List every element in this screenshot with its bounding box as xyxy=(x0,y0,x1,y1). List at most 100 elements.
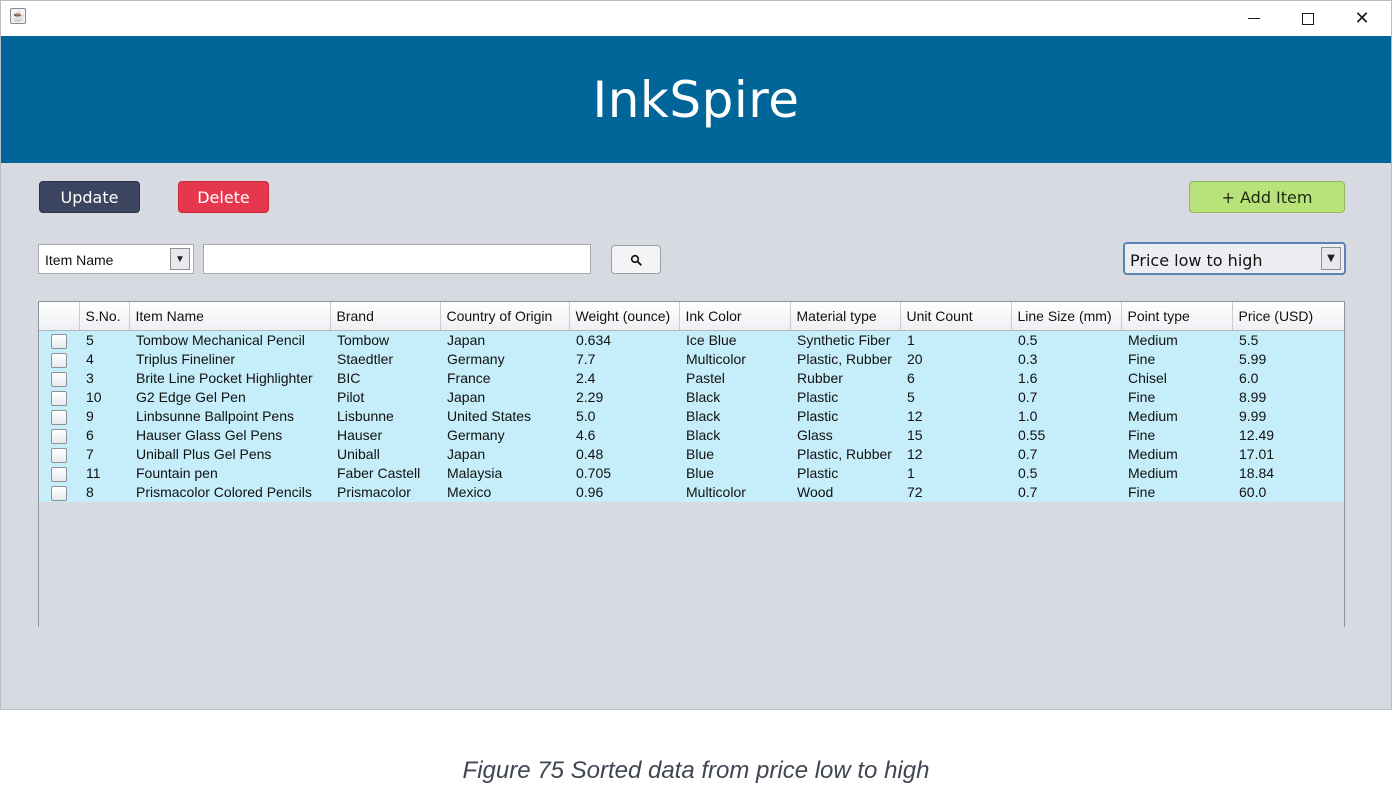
update-button[interactable]: Update xyxy=(39,181,140,213)
row-checkbox[interactable] xyxy=(51,428,67,444)
items-table: S.No. Item Name Brand Country of Origin Weig… xyxy=(38,301,1345,627)
table-cell: 5.99 xyxy=(1239,351,1267,367)
table-header: S.No. Item Name Brand Country of Origin Weig… xyxy=(39,302,1344,331)
table-row[interactable]: 4 Triplus Fineliner Staedtler Germany 7.7 Mul… xyxy=(39,350,1344,369)
search-icon xyxy=(630,254,642,266)
table-cell: Japan xyxy=(447,389,486,405)
dropdown-arrow-icon[interactable]: ▼ xyxy=(170,248,190,270)
table-row[interactable]: 11 Fountain pen Faber Castell Malaysia 0.705… xyxy=(39,464,1344,483)
table-cell: 8 xyxy=(86,484,94,500)
table-cell: 1 xyxy=(907,332,915,348)
search-button[interactable] xyxy=(611,245,661,274)
table-cell: Linbsunne Ballpoint Pens xyxy=(136,408,295,424)
table-cell: 10 xyxy=(86,389,102,405)
column-header[interactable]: Brand xyxy=(330,302,441,331)
row-checkbox[interactable] xyxy=(51,352,67,368)
table-cell: Medium xyxy=(1128,332,1178,348)
column-header[interactable]: Weight (ounce) xyxy=(569,302,680,331)
row-checkbox[interactable] xyxy=(51,409,67,425)
table-cell: 9 xyxy=(86,408,94,424)
table-cell: 9.99 xyxy=(1239,408,1267,424)
table-cell: 5 xyxy=(907,389,915,405)
row-checkbox[interactable] xyxy=(51,333,67,349)
table-cell: 60.0 xyxy=(1239,484,1267,500)
table-cell: 18.84 xyxy=(1239,465,1275,481)
table-cell: Pastel xyxy=(686,370,725,386)
search-input[interactable] xyxy=(203,244,591,274)
table-cell: 6 xyxy=(907,370,915,386)
filter-field-value: Item Name xyxy=(45,252,114,268)
column-header[interactable]: Price (USD) xyxy=(1232,302,1344,331)
table-cell: 0.705 xyxy=(576,465,612,481)
table-cell: Multicolor xyxy=(686,351,746,367)
table-cell: 4 xyxy=(86,351,94,367)
table-row[interactable]: 9 Linbsunne Ballpoint Pens Lisbunne United … xyxy=(39,407,1344,426)
table-cell: 11 xyxy=(86,465,101,481)
table-cell: BIC xyxy=(337,370,361,386)
table-row[interactable]: 6 Hauser Glass Gel Pens Hauser Germany 4.6 Bl… xyxy=(39,426,1344,445)
column-header[interactable]: Item Name xyxy=(129,302,331,331)
table-cell: Germany xyxy=(447,427,505,443)
row-checkbox[interactable] xyxy=(51,371,67,387)
table-cell: Faber Castell xyxy=(337,465,421,481)
table-cell: 0.3 xyxy=(1018,351,1038,367)
column-header[interactable]: Point type xyxy=(1121,302,1233,331)
row-checkbox[interactable] xyxy=(51,447,67,463)
table-cell: Fine xyxy=(1128,351,1156,367)
table-cell: Japan xyxy=(447,332,486,348)
table-cell: Black xyxy=(686,389,721,405)
table-cell: 8.99 xyxy=(1239,389,1267,405)
row-select-cell xyxy=(39,426,79,445)
table-cell: United States xyxy=(447,408,532,424)
table-cell: Fine xyxy=(1128,484,1156,500)
minimize-button[interactable] xyxy=(1231,1,1277,36)
table-cell: 1.0 xyxy=(1018,408,1038,424)
table-cell: 5.0 xyxy=(576,408,596,424)
table-cell: 0.5 xyxy=(1018,332,1038,348)
add-item-button[interactable]: + Add Item xyxy=(1189,181,1345,213)
table-row[interactable]: 5 Tombow Mechanical Pencil Tombow Japan 0.63… xyxy=(39,330,1344,350)
app-window: ☕ ✕ InkSpire Update Delete + Add Item It… xyxy=(0,0,1392,710)
table-cell: 0.55 xyxy=(1018,427,1046,443)
row-checkbox[interactable] xyxy=(51,485,67,501)
table-row[interactable]: 10 G2 Edge Gel Pen Pilot Japan 2.29 Black Plas… xyxy=(39,388,1344,407)
table-cell: Plastic xyxy=(797,389,839,405)
table-cell: Synthetic Fiber xyxy=(797,332,891,348)
maximize-button[interactable] xyxy=(1285,1,1331,36)
table-cell: Ice Blue xyxy=(686,332,737,348)
table-cell: Black xyxy=(686,427,721,443)
table-cell: 2.4 xyxy=(576,370,596,386)
row-select-cell xyxy=(39,445,79,464)
delete-button[interactable]: Delete xyxy=(178,181,269,213)
table-cell: Mexico xyxy=(447,484,492,500)
column-header[interactable]: Country of Origin xyxy=(440,302,570,331)
sort-select[interactable]: Price low to high ▼ xyxy=(1123,242,1346,275)
column-header[interactable]: Ink Color xyxy=(679,302,791,331)
row-checkbox[interactable] xyxy=(51,390,67,406)
column-header[interactable]: S.No. xyxy=(79,302,130,331)
row-select-cell xyxy=(39,388,79,407)
column-header[interactable]: Line Size (mm) xyxy=(1011,302,1122,331)
table-cell: Plastic xyxy=(797,465,839,481)
table-cell: Glass xyxy=(797,427,833,443)
table-cell: Fountain pen xyxy=(136,465,218,481)
table-row[interactable]: 8 Prismacolor Colored Pencils Prismacolor M… xyxy=(39,483,1344,502)
sort-value: Price low to high xyxy=(1130,251,1263,270)
table-cell: Germany xyxy=(447,351,505,367)
table-cell: Hauser xyxy=(337,427,383,443)
java-icon: ☕ xyxy=(10,8,26,24)
column-header[interactable]: Unit Count xyxy=(900,302,1012,331)
table-row[interactable]: 3 Brite Line Pocket Highlighter BIC France 2… xyxy=(39,369,1344,388)
select-column-header[interactable] xyxy=(39,302,80,331)
filter-field-select[interactable]: Item Name ▼ xyxy=(38,244,194,274)
close-button[interactable]: ✕ xyxy=(1339,1,1385,36)
table-row[interactable]: 7 Uniball Plus Gel Pens Uniball Japan 0.48 Bl… xyxy=(39,445,1344,464)
table-cell: Plastic xyxy=(797,408,839,424)
app-title: InkSpire xyxy=(592,70,800,129)
column-header[interactable]: Material type xyxy=(790,302,901,331)
table-cell: Staedtler xyxy=(337,351,394,367)
row-checkbox[interactable] xyxy=(51,466,67,482)
dropdown-arrow-icon[interactable]: ▼ xyxy=(1321,247,1341,270)
table-cell: Black xyxy=(686,408,721,424)
table-cell: 0.7 xyxy=(1018,389,1038,405)
